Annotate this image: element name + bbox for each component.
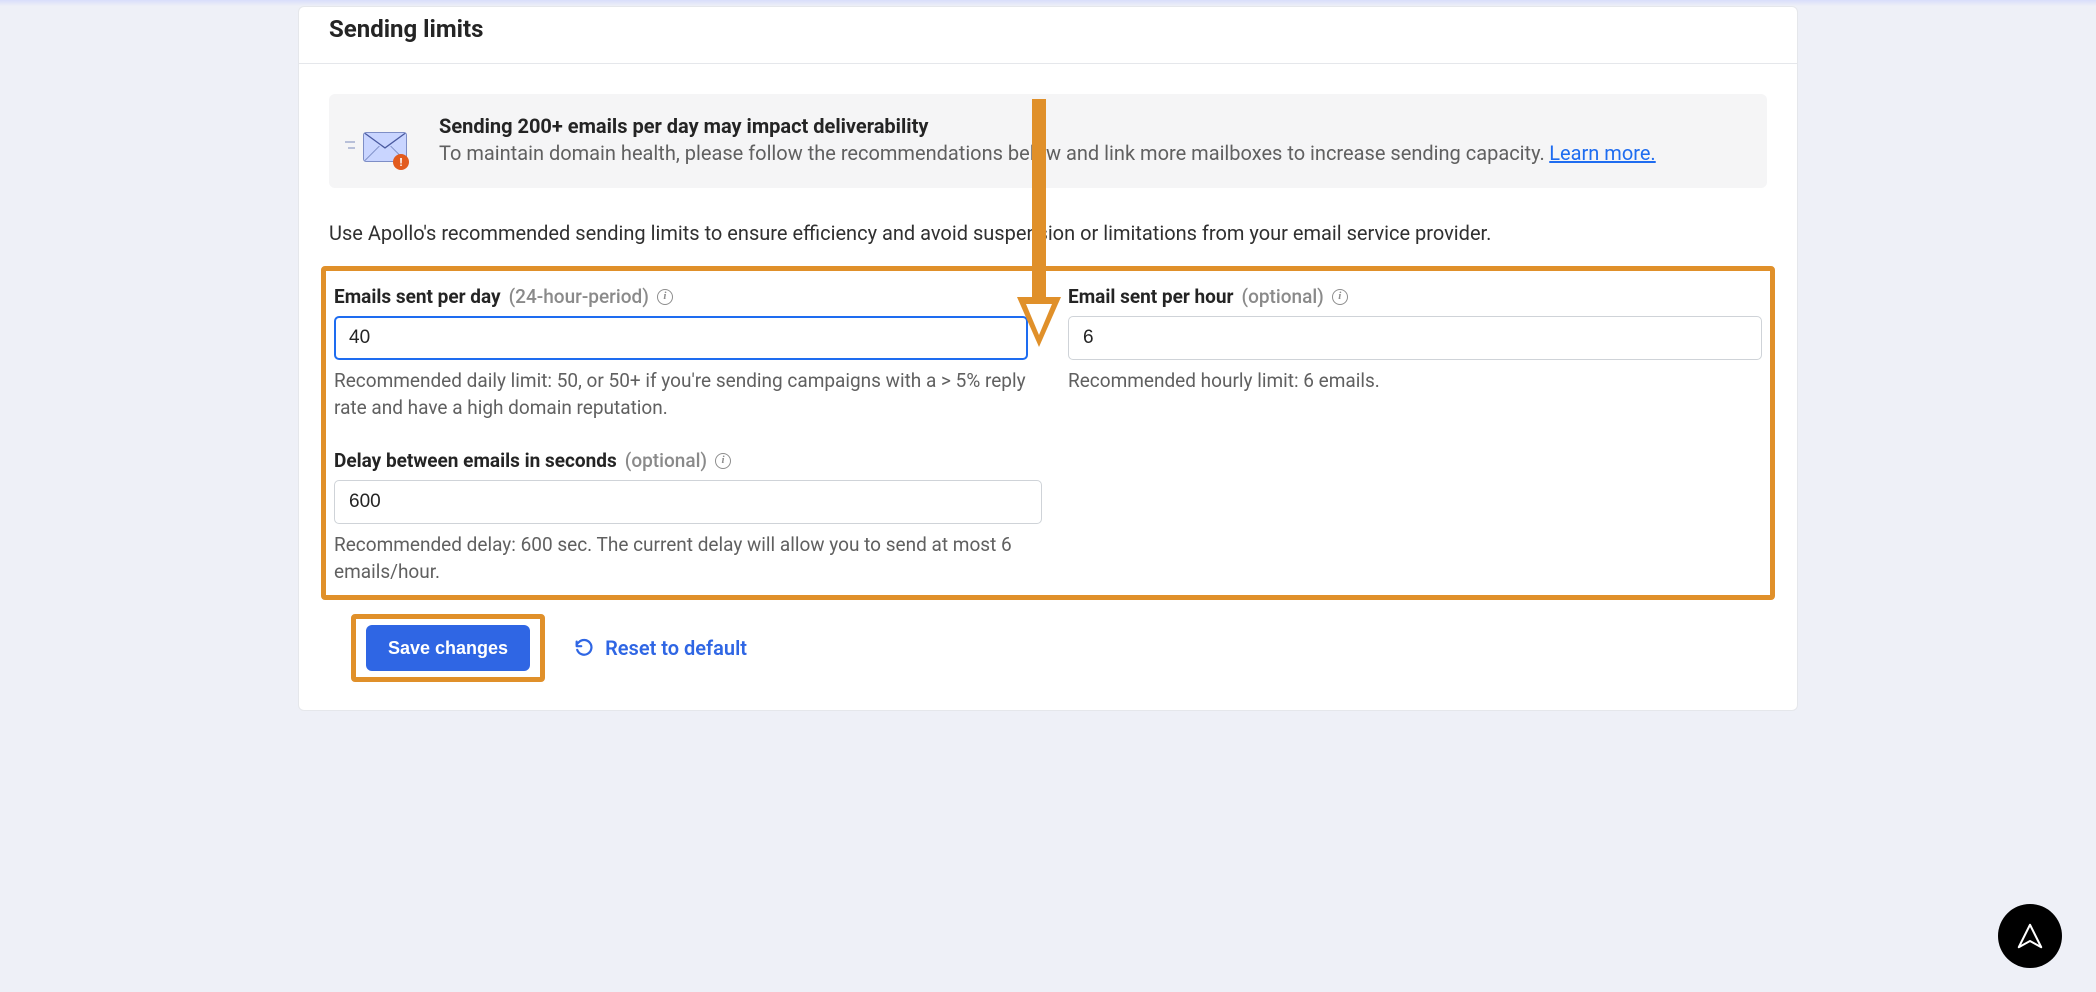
- emails-per-hour-helper: Recommended hourly limit: 6 emails.: [1068, 368, 1762, 395]
- delay-hint: (optional): [625, 449, 707, 472]
- email-alert-icon: !: [353, 128, 409, 168]
- banner-text: To maintain domain health, please follow…: [439, 141, 1545, 165]
- emails-per-hour-hint: (optional): [1242, 285, 1324, 308]
- info-icon[interactable]: i: [1332, 289, 1348, 305]
- info-icon[interactable]: i: [657, 289, 673, 305]
- delay-field: Delay between emails in seconds (optiona…: [334, 449, 1042, 585]
- emails-per-day-label: Emails sent per day: [334, 285, 501, 308]
- delay-helper: Recommended delay: 600 sec. The current …: [334, 532, 1042, 585]
- emails-per-day-helper: Recommended daily limit: 50, or 50+ if y…: [334, 368, 1028, 421]
- reset-icon: [573, 637, 595, 659]
- reset-to-default-button[interactable]: Reset to default: [573, 636, 747, 660]
- learn-more-link[interactable]: Learn more.: [1549, 141, 1655, 165]
- delay-label: Delay between emails in seconds: [334, 449, 617, 472]
- save-button[interactable]: Save changes: [366, 625, 530, 671]
- emails-per-hour-field: Email sent per hour (optional) i Recomme…: [1068, 285, 1762, 421]
- info-icon[interactable]: i: [715, 453, 731, 469]
- emails-per-day-input[interactable]: [334, 316, 1028, 360]
- emails-per-hour-input[interactable]: [1068, 316, 1762, 360]
- emails-per-hour-label: Email sent per hour: [1068, 285, 1234, 308]
- emails-per-day-field: Emails sent per day (24-hour-period) i R…: [334, 285, 1028, 421]
- reset-label: Reset to default: [605, 636, 747, 660]
- callout-arrow-icon: [1013, 99, 1065, 349]
- banner-title: Sending 200+ emails per day may impact d…: [439, 114, 1743, 138]
- apollo-fab-icon[interactable]: [1998, 904, 2062, 968]
- delay-input[interactable]: [334, 480, 1042, 524]
- save-button-highlight: Save changes: [351, 614, 545, 682]
- emails-per-day-hint: (24-hour-period): [509, 285, 649, 308]
- sending-limits-panel: Sending limits ! Sending 200+ emails per…: [298, 6, 1798, 711]
- section-title: Sending limits: [329, 15, 1767, 43]
